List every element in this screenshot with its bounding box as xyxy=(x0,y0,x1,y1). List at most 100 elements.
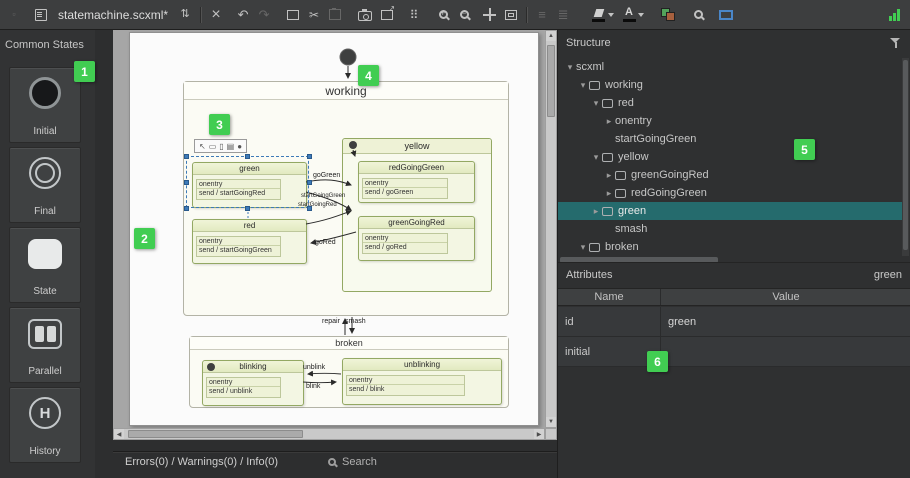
chevron-right-icon[interactable] xyxy=(590,206,602,217)
canvas-horizontal-scrollbar[interactable]: ◀ ▶ xyxy=(113,428,545,440)
selection-handle[interactable] xyxy=(307,206,312,211)
chevron-down-icon[interactable] xyxy=(590,152,602,163)
tree-item-green[interactable]: green xyxy=(558,202,902,220)
tree-item-yellow[interactable]: yellow xyxy=(558,148,902,166)
screenshot-icon[interactable] xyxy=(358,11,372,21)
state-yellow[interactable]: yellow redGoingGreen onentry send / goGr… xyxy=(342,138,492,292)
chevron-down-icon[interactable] xyxy=(564,62,576,73)
selection-handle[interactable] xyxy=(307,180,312,185)
canvas-vertical-scrollbar[interactable]: ▲ ▼ xyxy=(545,30,557,428)
cut-icon[interactable] xyxy=(308,7,320,23)
palette-item-final[interactable]: Final xyxy=(9,147,81,223)
state-redGoingGreen[interactable]: redGoingGreen onentry send / goGreen xyxy=(358,161,475,203)
adjust-states-icon[interactable] xyxy=(557,7,569,23)
transition-label-blink[interactable]: blink xyxy=(306,383,320,390)
attr-value-cell[interactable] xyxy=(661,337,910,366)
close-icon[interactable] xyxy=(210,7,222,23)
transition-label-unblink[interactable]: unblink xyxy=(303,364,325,371)
selection-handle[interactable] xyxy=(245,154,250,159)
attr-value-cell[interactable]: green xyxy=(661,307,910,336)
state-red[interactable]: red onentry send / startGoingGreen xyxy=(192,219,307,264)
tree-item-scxml[interactable]: scxml xyxy=(558,58,902,76)
state-blinking[interactable]: blinking onentry send / unblink xyxy=(202,360,304,406)
color-tool-icon[interactable]: ● xyxy=(237,142,242,151)
diagram-page[interactable]: working green onentry send / startGoingR… xyxy=(129,32,539,426)
scrollbar-thumb[interactable] xyxy=(128,430,303,438)
transition-label-startGoingGreen[interactable]: startGoingGreen xyxy=(301,193,345,199)
palette-item-history[interactable]: History xyxy=(9,387,81,463)
fit-to-view-icon[interactable] xyxy=(505,10,517,20)
tree-vertical-scrollbar[interactable] xyxy=(902,58,909,256)
palette-item-initial[interactable]: Initial xyxy=(9,67,81,143)
attribute-row-initial[interactable]: initial xyxy=(558,337,910,367)
transition-label-goGreen[interactable]: goGreen xyxy=(313,172,340,179)
state-green[interactable]: green onentry send / startGoingRed xyxy=(192,162,307,208)
scrollbar-thumb[interactable] xyxy=(903,60,908,250)
zoom-out-icon[interactable] xyxy=(458,7,470,23)
state-unblinking[interactable]: unblinking onentry send / blink xyxy=(342,358,502,405)
pan-icon[interactable] xyxy=(483,8,496,21)
search-field[interactable]: Search xyxy=(328,456,377,468)
tree-item-smash[interactable]: smash xyxy=(558,220,902,238)
transition-label-smash[interactable]: smash xyxy=(345,318,366,325)
tree-item-broken[interactable]: broken xyxy=(558,238,902,256)
chevron-right-icon[interactable] xyxy=(603,170,615,181)
scroll-down-icon[interactable]: ▼ xyxy=(546,417,556,427)
align-states-icon[interactable] xyxy=(536,7,548,23)
chevron-right-icon[interactable] xyxy=(603,116,615,127)
color-marker-button[interactable] xyxy=(592,8,614,22)
chevron-right-icon[interactable] xyxy=(603,188,615,199)
chevron-down-icon[interactable] xyxy=(577,242,589,253)
font-color-button[interactable] xyxy=(623,8,644,22)
panel-toggle-icon[interactable] xyxy=(408,7,420,23)
document-title[interactable]: statemachine.scxml* xyxy=(58,8,168,22)
tree-item-onentry[interactable]: onentry xyxy=(558,112,902,130)
state-broken[interactable]: broken blinking onentry send / unblink u… xyxy=(189,336,509,408)
issues-toggle[interactable]: Errors(0) / Warnings(0) / Info(0) xyxy=(125,456,278,468)
palette-item-state[interactable]: State xyxy=(9,227,81,303)
paste-icon[interactable] xyxy=(329,9,341,20)
tree-item-startGoingGreen[interactable]: startGoingGreen xyxy=(558,130,902,148)
selection-handle[interactable] xyxy=(184,154,189,159)
selection-handle[interactable] xyxy=(184,180,189,185)
transition-label-repair[interactable]: repair xyxy=(322,318,340,325)
redo-icon[interactable] xyxy=(258,7,270,23)
document-switcher-icon[interactable] xyxy=(179,7,191,23)
selection-handle[interactable] xyxy=(184,206,189,211)
chevron-down-icon[interactable] xyxy=(577,80,589,91)
selection-handle[interactable] xyxy=(307,154,312,159)
alignment-tool-icon[interactable]: ↖ xyxy=(199,142,206,151)
tree-item-greenGoingRed[interactable]: greenGoingRed xyxy=(558,166,902,184)
theme-color-icon[interactable] xyxy=(661,8,675,21)
navigator-icon[interactable] xyxy=(719,10,733,20)
attribute-row-id[interactable]: id green xyxy=(558,307,910,337)
chevron-down-icon[interactable] xyxy=(590,98,602,109)
state-working[interactable]: working green onentry send / startGoingR… xyxy=(183,81,509,316)
copy-icon[interactable] xyxy=(287,10,299,20)
transition-label-goRed[interactable]: goRed xyxy=(315,239,336,246)
column-value[interactable]: Value xyxy=(661,289,910,305)
column-name[interactable]: Name xyxy=(558,289,661,305)
filter-icon[interactable] xyxy=(890,38,901,48)
adjust-size-icon[interactable]: ▤ xyxy=(227,142,235,151)
search-icon[interactable] xyxy=(692,7,704,23)
scroll-up-icon[interactable]: ▲ xyxy=(546,31,556,41)
tree-item-redGoingGreen[interactable]: redGoingGreen xyxy=(558,184,902,202)
palette-item-parallel[interactable]: Parallel xyxy=(9,307,81,383)
tree-item-working[interactable]: working xyxy=(558,76,902,94)
selection-handle[interactable] xyxy=(245,206,250,211)
export-image-icon[interactable] xyxy=(381,10,393,20)
scroll-left-icon[interactable]: ◀ xyxy=(114,429,124,439)
scroll-right-icon[interactable]: ▶ xyxy=(534,429,544,439)
adjust-width-icon[interactable]: ▭ xyxy=(209,142,217,151)
scrollbar-thumb[interactable] xyxy=(547,45,555,117)
diagram-canvas[interactable]: working green onentry send / startGoingR… xyxy=(113,30,557,440)
adjust-height-icon[interactable]: ▯ xyxy=(219,142,223,151)
undo-icon[interactable] xyxy=(237,7,249,23)
state-greenGoingRed[interactable]: greenGoingRed onentry send / goRed xyxy=(358,216,475,261)
statistics-icon[interactable] xyxy=(889,9,900,21)
tree-item-red[interactable]: red xyxy=(558,94,902,112)
window-icon[interactable]: ▫ xyxy=(8,7,20,23)
transition-label-startGoingRed[interactable]: startGoingRed xyxy=(298,202,337,208)
zoom-in-icon[interactable] xyxy=(437,7,449,23)
